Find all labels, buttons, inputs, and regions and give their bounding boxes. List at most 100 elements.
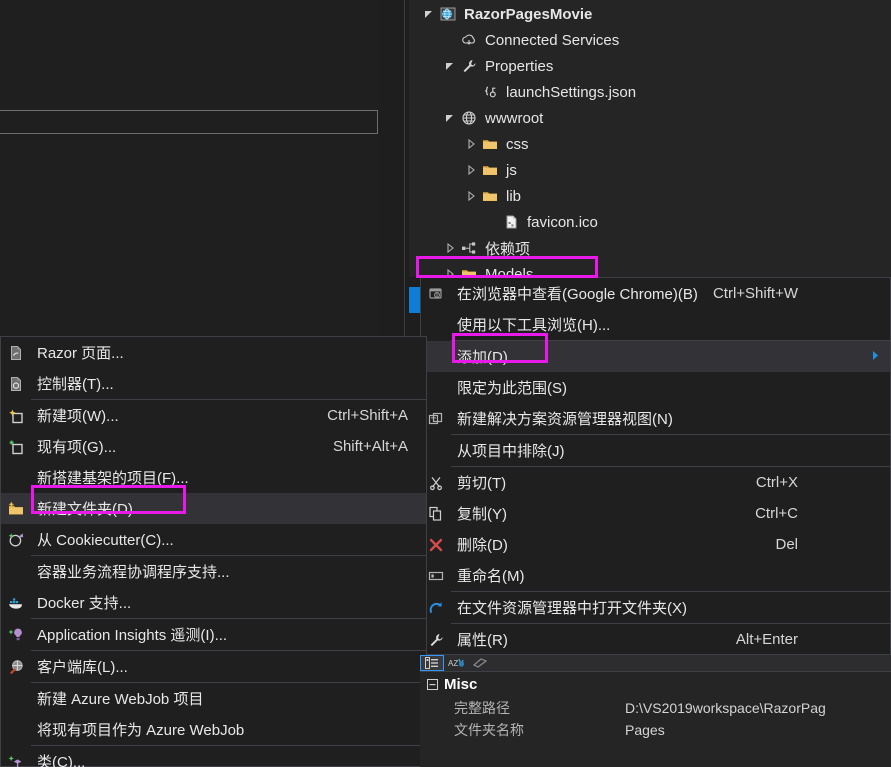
folder-icon [479, 157, 501, 183]
menu-item-label: Docker 支持... [37, 595, 132, 612]
collapse-group-icon[interactable] [420, 678, 444, 690]
tree-node-launchsettings-json[interactable]: launchSettings.json [409, 79, 891, 105]
tree-node-[interactable]: 依赖项 [409, 235, 891, 261]
solution-explorer-tree[interactable]: RazorPagesMovie Connected Services Propert… [409, 0, 891, 313]
menu-item-label: 现有项(G)... [37, 439, 117, 456]
menu-item-4[interactable]: 现有项(G)... Shift+Alt+A [1, 431, 426, 462]
tree-node-label: lib [506, 187, 522, 205]
menu-item-5[interactable]: 新建解决方案资源管理器视图(N) [421, 403, 890, 434]
menu-item-6[interactable]: 新建文件夹(D) [1, 493, 426, 524]
submenu-arrow-icon [871, 348, 880, 365]
add-submenu[interactable]: Razor 页面... 控制器(T)... 新建项(W)... Ctrl+Shift+… [0, 336, 427, 767]
alphabetical-view-icon[interactable]: AZ [444, 655, 468, 671]
properties-toolbar[interactable]: AZ [420, 655, 891, 672]
chevron-expanded-icon[interactable] [442, 105, 458, 131]
menu-item-label: 限定为此范围(S) [457, 380, 567, 397]
menu-item-shortcut: Ctrl+X [755, 474, 798, 491]
menu-item-label: 类(C)... [37, 754, 86, 767]
class-icon [1, 746, 31, 767]
property-value[interactable]: D:\VS2019workspace\RazorPag [625, 700, 826, 716]
properties-pane[interactable]: AZ Misc 完整路径 D:\VS2019workspace\RazorPag… [420, 655, 891, 767]
tree-node-js[interactable]: js [409, 157, 891, 183]
menu-item-no-icon [1, 714, 31, 745]
menu-item-label: 从项目中排除(J) [457, 443, 565, 460]
properties-group-header[interactable]: Misc [420, 673, 891, 695]
menu-item-label: Application Insights 遥测(I)... [37, 627, 228, 644]
globe-icon [458, 105, 480, 131]
menu-item-14[interactable]: 在文件资源管理器中打开文件夹(X) [421, 592, 890, 623]
chevron-expanded-icon[interactable] [421, 1, 437, 27]
tree-node-connected-services[interactable]: Connected Services [409, 27, 891, 53]
menu-item-16[interactable]: 新建 Azure WebJob 项目 [1, 683, 426, 714]
property-value[interactable]: Pages [625, 722, 665, 738]
pages-context-menu[interactable]: 在浏览器中查看(Google Chrome)(B) Ctrl+Shift+W 使用以… [420, 277, 891, 655]
chevron-collapsed-icon[interactable] [463, 157, 479, 183]
app-insights-icon [1, 619, 31, 650]
property-row-folder-name[interactable]: 文件夹名称 Pages [420, 719, 891, 741]
client-library-icon [1, 651, 31, 682]
browser-icon [421, 278, 451, 309]
chevron-collapsed-icon[interactable] [442, 235, 458, 261]
menu-item-3[interactable]: 新建项(W)... Ctrl+Shift+A [1, 400, 426, 431]
properties-group-label: Misc [444, 675, 478, 693]
menu-item-10[interactable]: Docker 支持... [1, 587, 426, 618]
chevron-collapsed-icon[interactable] [463, 131, 479, 157]
tree-node-label: favicon.ico [527, 213, 598, 231]
property-pages-icon[interactable] [468, 655, 492, 671]
menu-item-17[interactable]: 将现有项目作为 Azure WebJob [1, 714, 426, 745]
menu-item-shortcut: Ctrl+Shift+A [327, 407, 408, 424]
tree-node-favicon-ico[interactable]: favicon.ico [409, 209, 891, 235]
menu-item-1[interactable]: 使用以下工具浏览(H)... [421, 309, 890, 340]
connected-services-icon [458, 27, 480, 53]
menu-item-9[interactable]: 容器业务流程协调程序支持... [1, 556, 426, 587]
menu-item-7[interactable]: 从项目中排除(J) [421, 435, 890, 466]
menu-item-label: 容器业务流程协调程序支持... [37, 564, 230, 581]
menu-item-no-icon [1, 462, 31, 493]
menu-item-12[interactable]: Application Insights 遥测(I)... [1, 619, 426, 650]
menu-item-0[interactable]: 在浏览器中查看(Google Chrome)(B) Ctrl+Shift+W [421, 278, 890, 309]
menu-item-label: 新搭建基架的项目(F)... [37, 470, 189, 487]
menu-item-10[interactable]: 复制(Y) Ctrl+C [421, 498, 890, 529]
menu-item-label: 新建解决方案资源管理器视图(N) [457, 411, 673, 428]
menu-item-5[interactable]: 新搭建基架的项目(F)... [1, 462, 426, 493]
menu-item-14[interactable]: 客户端库(L)... [1, 651, 426, 682]
menu-item-label: Razor 页面... [37, 345, 124, 362]
menu-item-label: 新建文件夹(D) [37, 501, 133, 518]
menu-item-label: 使用以下工具浏览(H)... [457, 317, 611, 334]
web-project-icon [437, 1, 459, 27]
menu-item-9[interactable]: 剪切(T) Ctrl+X [421, 467, 890, 498]
menu-item-label: 属性(R) [457, 632, 508, 649]
property-row-full-path[interactable]: 完整路径 D:\VS2019workspace\RazorPag [420, 697, 891, 719]
tree-node-css[interactable]: css [409, 131, 891, 157]
chevron-collapsed-icon[interactable] [463, 183, 479, 209]
menu-item-16[interactable]: 属性(R) Alt+Enter [421, 624, 890, 655]
menu-item-label: 新建项(W)... [37, 408, 119, 425]
menu-item-11[interactable]: 删除(D) Del [421, 529, 890, 560]
tree-node-properties[interactable]: Properties [409, 53, 891, 79]
editor-highlight-strip [0, 110, 378, 134]
tree-node-label: RazorPagesMovie [464, 5, 593, 23]
new-item-icon [1, 400, 31, 431]
menu-item-19[interactable]: 类(C)... [1, 746, 426, 767]
tree-node-wwwroot[interactable]: wwwroot [409, 105, 891, 131]
categorized-view-icon[interactable] [420, 655, 444, 671]
tree-no-arrow [484, 209, 500, 235]
tree-node-razorpagesmovie[interactable]: RazorPagesMovie [409, 1, 891, 27]
menu-item-12[interactable]: 重命名(M) [421, 560, 890, 591]
menu-item-1[interactable]: 控制器(T)... [1, 368, 426, 399]
menu-item-7[interactable]: 从 Cookiecutter(C)... [1, 524, 426, 555]
chevron-expanded-icon[interactable] [442, 53, 458, 79]
menu-item-no-icon [1, 683, 31, 714]
menu-item-3[interactable]: 添加(D) [421, 341, 890, 372]
menu-item-0[interactable]: Razor 页面... [1, 337, 426, 368]
menu-item-4[interactable]: 限定为此范围(S) [421, 372, 890, 403]
tree-node-lib[interactable]: lib [409, 183, 891, 209]
menu-item-shortcut: Del [775, 536, 798, 553]
menu-item-label: 在浏览器中查看(Google Chrome)(B) [457, 286, 698, 303]
file-icon [500, 209, 522, 235]
